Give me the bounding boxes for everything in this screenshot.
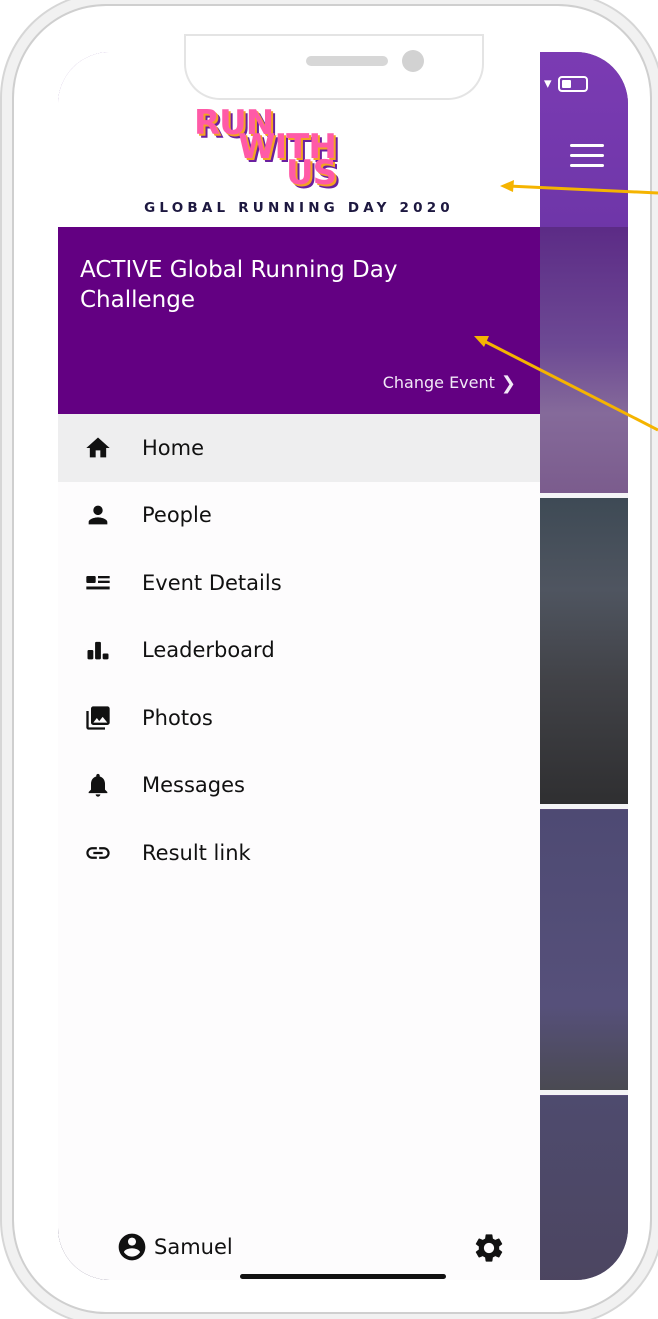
home-indicator: [240, 1274, 446, 1279]
nav-item-label: Home: [142, 435, 205, 460]
hamburger-icon[interactable]: [570, 144, 604, 170]
leaderboard-icon: [78, 630, 118, 670]
nav-item-label: Event Details: [142, 570, 282, 595]
drawer-footer: Samuel: [58, 1227, 540, 1271]
phone-notch: [186, 36, 482, 98]
nav-item-photos[interactable]: Photos: [58, 684, 540, 752]
nav-item-label: People: [142, 503, 212, 528]
chevron-right-icon: ❯: [500, 373, 516, 394]
nav-item-label: Messages: [142, 773, 245, 798]
battery-icon: [557, 75, 588, 92]
nav-item-label: Result link: [142, 840, 251, 865]
phone-camera: [402, 50, 424, 72]
nav-item-home[interactable]: Home: [58, 414, 540, 482]
user-name: Samuel: [154, 1235, 233, 1259]
nav-item-label: Photos: [142, 705, 213, 730]
wifi-icon: ▾: [544, 74, 552, 92]
phone-screen: ▾ RUN WITH US GLOBAL RUNNING DAY 2020 AC…: [58, 52, 628, 1280]
user-profile-button[interactable]: Samuel: [116, 1231, 233, 1263]
phone-speaker: [306, 56, 388, 66]
nav-item-label: Leaderboard: [142, 638, 275, 663]
account-circle-icon: [118, 1233, 146, 1261]
run-with-us-logo: RUN WITH US: [188, 98, 418, 198]
tagline: GLOBAL RUNNING DAY 2020: [144, 200, 454, 216]
event-details-icon: [78, 563, 118, 603]
link-icon: [78, 833, 118, 873]
status-bar: ▾: [544, 74, 588, 92]
person-icon: [78, 495, 118, 535]
bell-icon: [78, 765, 118, 805]
gear-icon[interactable]: [472, 1231, 506, 1265]
nav-item-leaderboard[interactable]: Leaderboard: [58, 617, 540, 685]
nav-menu: Home People Event Details Leaderboard Ph…: [58, 414, 540, 887]
change-event-label: Change Event: [382, 373, 495, 392]
home-icon: [78, 428, 118, 468]
nav-item-people[interactable]: People: [58, 482, 540, 550]
nav-item-result-link[interactable]: Result link: [58, 819, 540, 887]
event-banner: ACTIVE Global Running Day Challenge Chan…: [58, 227, 540, 414]
nav-item-messages[interactable]: Messages: [58, 752, 540, 820]
logo-line: US: [286, 153, 337, 193]
navigation-drawer: RUN WITH US GLOBAL RUNNING DAY 2020 ACTI…: [58, 52, 540, 1280]
event-title: ACTIVE Global Running Day Challenge: [80, 257, 398, 313]
photos-icon: [78, 698, 118, 738]
nav-item-event-details[interactable]: Event Details: [58, 549, 540, 617]
change-event-button[interactable]: Change Event ❯: [382, 372, 516, 394]
